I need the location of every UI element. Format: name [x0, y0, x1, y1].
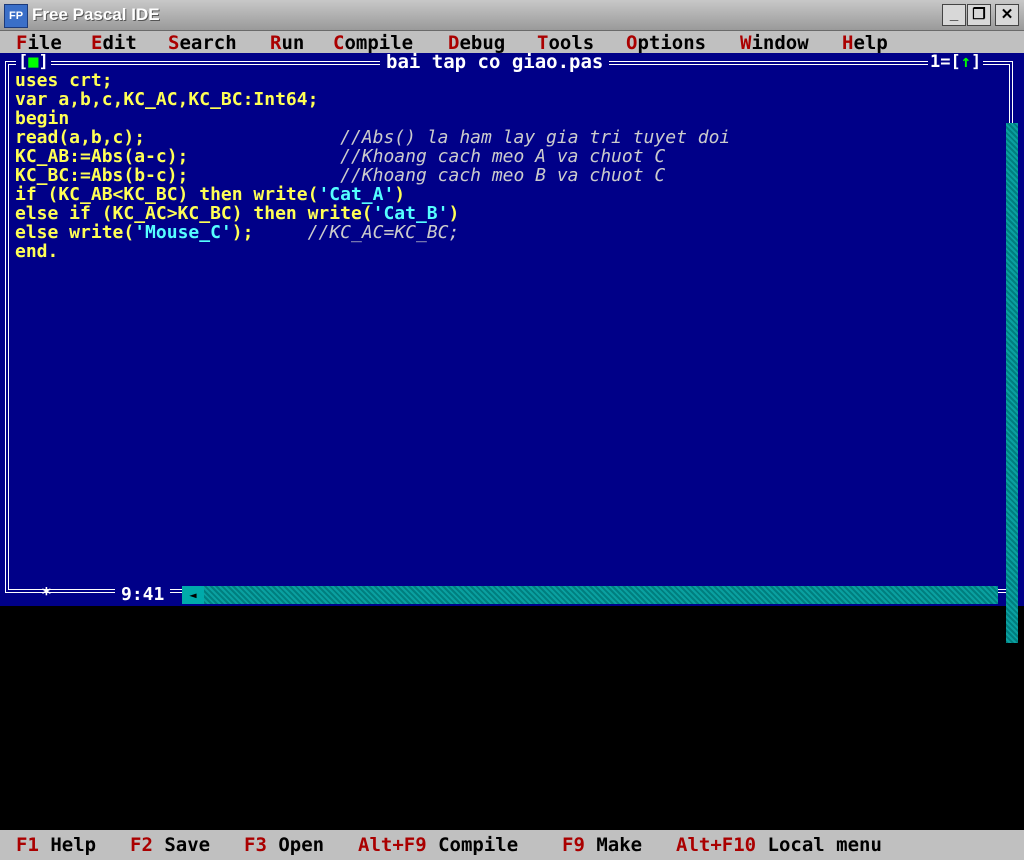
status-make[interactable]: F9 Make [562, 834, 642, 856]
menu-run[interactable]: Run [270, 32, 304, 54]
app-icon[interactable]: FP [4, 4, 28, 28]
menu-search[interactable]: Search [168, 32, 237, 54]
code-line: read(a,b,c); //Abs() la ham lay gia tri … [15, 127, 731, 148]
editor-window: [■] bai tap co giao.pas 1=[↑] uses crt; … [0, 52, 1024, 643]
code-area[interactable]: uses crt; var a,b,c,KC_AC,KC_BC:Int64; b… [15, 71, 730, 261]
menu-options[interactable]: Options [626, 32, 706, 54]
minimize-button[interactable]: _ [942, 4, 966, 26]
menu-edit[interactable]: Edit [91, 32, 137, 54]
menu-help[interactable]: Help [842, 32, 888, 54]
close-button[interactable]: ✕ [995, 4, 1019, 26]
code-line: KC_BC:=Abs(b-c); //Khoang cach meo B va … [15, 165, 666, 186]
code-line: if (KC_AB<KC_BC) then write('Cat_A') [15, 184, 406, 205]
code-line: KC_AB:=Abs(a-c); //Khoang cach meo A va … [15, 146, 666, 167]
restore-button[interactable]: ❐ [967, 4, 991, 26]
status-help[interactable]: F1 Help [16, 834, 96, 856]
status-save[interactable]: F2 Save [130, 834, 210, 856]
code-line: var a,b,c,KC_AC,KC_BC:Int64; [15, 89, 319, 110]
status-bar: F1 Help F2 Save F3 Open Alt+F9 Compile F… [0, 830, 1024, 860]
code-line: end. [15, 241, 59, 262]
code-line: begin [15, 108, 70, 129]
file-title: bai tap co giao.pas [380, 53, 610, 72]
cursor-position: 9:41 [115, 585, 171, 605]
zoom-arrow-icon: ↑ [960, 52, 971, 72]
menu-file[interactable]: File [16, 32, 62, 54]
menu-window[interactable]: Window [740, 32, 809, 54]
menu-bar: File Edit Search Run Compile Debug Tools… [0, 31, 1024, 54]
editor-bottom-border: * 9:41 [5, 585, 1013, 607]
title-bar: FP Free Pascal IDE _ ❐ ✕ [0, 0, 1024, 31]
code-line: else if (KC_AC>KC_BC) then write('Cat_B'… [15, 203, 460, 224]
status-open[interactable]: F3 Open [244, 834, 324, 856]
vertical-scrollbar[interactable] [1006, 123, 1018, 643]
code-line: uses crt; [15, 70, 113, 91]
window-number[interactable]: 1=[↑] [928, 52, 984, 72]
code-line: else write('Mouse_C'); //KC_AC=KC_BC; [15, 222, 460, 243]
window-title: Free Pascal IDE [32, 5, 160, 24]
modified-indicator: * [41, 584, 52, 605]
status-compile[interactable]: Alt+F9 Compile [358, 834, 518, 856]
status-local-menu[interactable]: Alt+F10 Local menu [676, 834, 882, 856]
